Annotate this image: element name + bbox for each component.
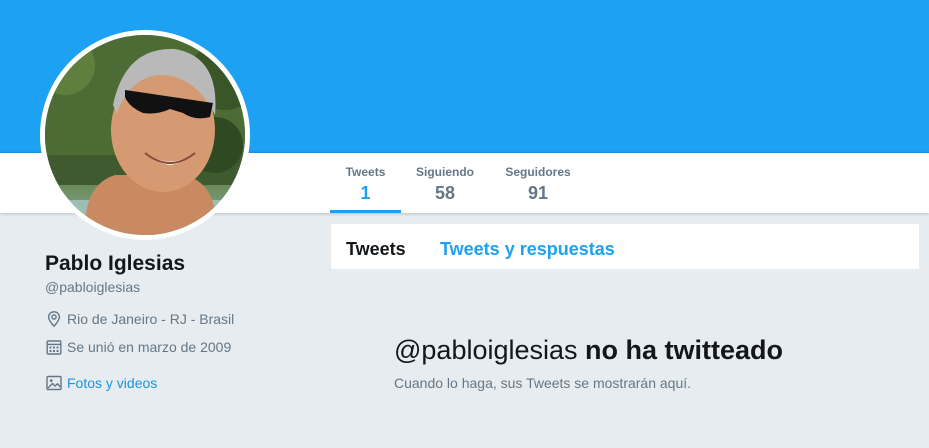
empty-timeline-handle: @pabloiglesias	[394, 335, 578, 365]
location-pin-icon	[47, 311, 61, 328]
stat-following[interactable]: Siguiendo 58	[412, 165, 478, 204]
stat-followers[interactable]: Seguidores 91	[502, 165, 574, 204]
empty-timeline-title: @pabloiglesias no ha twitteado	[394, 334, 783, 366]
profile-location: Rio de Janeiro - RJ - Brasil	[45, 309, 234, 329]
profile-joined-text: Se unió en marzo de 2009	[67, 339, 232, 355]
stat-following-label: Siguiendo	[416, 165, 474, 179]
stat-followers-label: Seguidores	[505, 165, 571, 179]
avatar-photo	[45, 35, 245, 235]
empty-timeline-message: no ha twitteado	[585, 335, 784, 365]
photos-videos-label[interactable]: Fotos y videos	[67, 375, 157, 391]
stat-followers-count: 91	[527, 183, 549, 203]
timeline-tabs: Tweets Tweets y respuestas	[331, 224, 919, 269]
stat-following-count: 58	[434, 183, 456, 203]
image-icon	[46, 375, 62, 391]
photos-videos-link[interactable]: Fotos y videos	[45, 373, 157, 393]
profile-name[interactable]: Pablo Iglesias	[45, 252, 185, 276]
empty-timeline-subtitle: Cuando lo haga, sus Tweets se mostrarán …	[394, 375, 692, 391]
profile-joined: Se unió en marzo de 2009	[45, 337, 231, 357]
tab-tweets-and-replies[interactable]: Tweets y respuestas	[440, 238, 615, 260]
profile-handle[interactable]: @pabloiglesias	[45, 278, 140, 296]
stat-tweets-label: Tweets	[345, 165, 386, 179]
profile-location-text: Rio de Janeiro - RJ - Brasil	[67, 311, 235, 327]
stat-tweets[interactable]: Tweets 1	[330, 165, 401, 213]
stat-tweets-count: 1	[360, 183, 371, 203]
tab-tweets[interactable]: Tweets	[346, 238, 406, 260]
calendar-icon	[46, 340, 62, 355]
profile-avatar[interactable]	[40, 30, 250, 240]
